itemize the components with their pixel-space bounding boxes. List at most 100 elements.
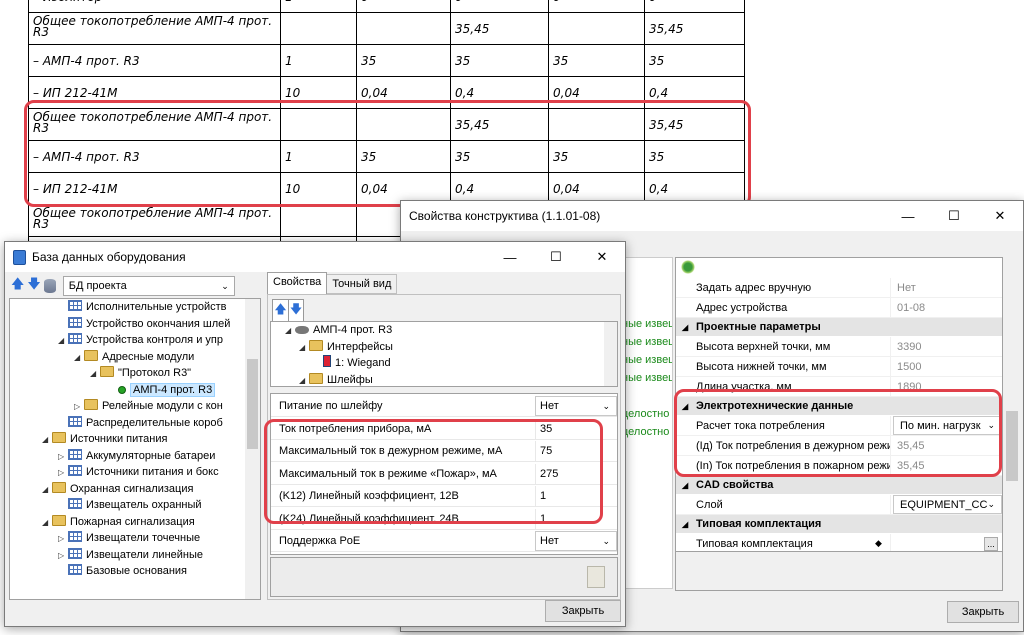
event-text: " (622, 444, 672, 462)
title-bar: Свойства конструктива (1.1.01-08) — ☐ ✕ (401, 201, 1023, 231)
chevron-down-icon[interactable]: ⌄ (987, 499, 995, 510)
chevron-down-icon[interactable]: ⌄ (602, 536, 610, 547)
arrow-down-icon[interactable]: 🡇 (288, 300, 303, 321)
property-value: EQUIPMENT_CC (900, 498, 988, 511)
tree-scrollbar[interactable] (245, 299, 260, 599)
property-row[interactable]: Поддержка PoE Нет ⌄ (271, 531, 617, 552)
tree-item[interactable]: Устройство окончания шлей (10, 316, 260, 333)
expander-icon[interactable]: ◢ (285, 323, 295, 340)
device-dot-icon (118, 385, 126, 394)
expander-icon[interactable]: ▷ (74, 399, 84, 416)
tree-item[interactable]: ▷ Источники питания и бокс (10, 464, 260, 481)
arrow-up-icon[interactable]: 🡅 (11, 275, 24, 297)
tree-item[interactable]: ▷ Релейные модули с кон (10, 398, 260, 415)
tree-item[interactable]: Извещатель охранный (10, 497, 260, 514)
tree-item[interactable]: ◢ Адресные модули (10, 349, 260, 366)
tree-item[interactable]: ◢ Пожарная сигнализация (10, 514, 260, 531)
property-row[interactable]: Высота верхней точки, мм 3390 (676, 337, 1002, 357)
category-label: Типовая комплектация (696, 518, 822, 530)
app-icon (13, 249, 26, 265)
tree-item-label: Устройства контроля и упр (86, 334, 223, 346)
close-button[interactable]: ✕ (977, 201, 1023, 231)
category-header[interactable]: ◢ CAD свойства (676, 476, 1002, 494)
property-row[interactable]: Высота нижней точки, мм 1500 (676, 357, 1002, 377)
tree-item[interactable]: ◢ Охранная сигнализация (10, 481, 260, 498)
minimize-button[interactable]: — (487, 242, 533, 272)
highlight-frame-electrical (674, 389, 1002, 477)
table-icon (68, 316, 82, 328)
tree-item[interactable]: ◢ Источники питания (10, 431, 260, 448)
expander-icon[interactable]: ◢ (42, 482, 52, 499)
chevron-down-icon[interactable]: ⌄ (602, 401, 610, 412)
minimize-button[interactable]: — (885, 201, 931, 231)
tree-item[interactable]: 1: Wiegand (271, 355, 617, 372)
title-bar: База данных оборудования — ☐ ✕ (5, 242, 625, 272)
tree-item[interactable]: ▷ Извещатели линейные (10, 547, 260, 564)
property-row[interactable]: Задать адрес вручную Нет (676, 278, 1002, 298)
tree-item-label: АМП-4 прот. R3 (130, 382, 216, 397)
sheet-cell: 0 (450, 0, 549, 13)
tree-item[interactable]: ◢ Устройства контроля и упр (10, 332, 260, 349)
tree-item[interactable]: ▷ Извещатели точечные (10, 530, 260, 547)
property-label: Слой (696, 498, 723, 511)
database-select[interactable]: БД проекта ⌄ (62, 276, 235, 296)
property-row[interactable]: Слой EQUIPMENT_CC ⌄ (676, 495, 1002, 515)
expander-icon[interactable]: ▷ (58, 548, 68, 565)
expander-icon[interactable]: ▷ (58, 531, 68, 548)
tree-item[interactable]: Распределительные короб (10, 415, 260, 432)
close-dialog-button[interactable]: Закрыть (545, 600, 621, 622)
tree-item-label: Источники питания и бокс (86, 466, 219, 478)
tree-item[interactable]: ◢ Интерфейсы (271, 339, 617, 356)
arrow-up-icon[interactable]: 🡅 (273, 300, 288, 321)
table-icon (68, 465, 82, 476)
tree-item[interactable]: ▷ Аккумуляторные батареи (10, 448, 260, 465)
tree-item-label: Адресные модули (102, 350, 195, 363)
expander-icon[interactable]: ▷ (58, 465, 68, 482)
tree-item-label: Источники питания (70, 433, 168, 445)
expander-icon[interactable]: ▷ (58, 449, 68, 466)
property-row[interactable]: Питание по шлейфу Нет ⌄ (271, 396, 617, 417)
expander-icon[interactable]: ◢ (42, 432, 52, 449)
property-row[interactable]: Адрес устройства 01-08 (676, 298, 1002, 318)
tree-item[interactable]: ◢ АМП-4 прот. R3 (271, 322, 617, 339)
tree-item[interactable]: ◢ "Протокол R3" (10, 365, 260, 382)
close-dialog-button[interactable]: Закрыть (947, 601, 1019, 623)
sheet-cell (280, 204, 357, 237)
maximize-button[interactable]: ☐ (931, 201, 977, 231)
sheet-cell: 35 (450, 44, 549, 77)
tree-item[interactable]: Базовые основания (10, 563, 260, 580)
database-select-value: БД проекта (68, 280, 127, 292)
event-text (622, 390, 672, 408)
interfaces-tree: ◢ АМП-4 прот. R3 ◢ Интерфейсы 1: Wiegand ◢ Шле… (270, 321, 618, 387)
tab-properties[interactable]: Свойства (267, 272, 328, 294)
tree-item[interactable]: ◢ Шлейфы (271, 372, 617, 387)
sort-icon[interactable] (676, 258, 1002, 280)
ellipsis-button[interactable]: ... (984, 536, 998, 551)
category-header[interactable]: ◢ Типовая комплектация (676, 515, 1002, 533)
arrow-down-icon[interactable]: 🡇 (27, 275, 40, 297)
expander-icon[interactable]: ◢ (299, 373, 309, 387)
folder-icon (309, 372, 323, 384)
database-icon[interactable] (43, 279, 56, 293)
tree-item-label: Устройство окончания шлей (86, 317, 231, 330)
tab-exact-view[interactable]: Точный вид (327, 274, 398, 294)
category-header[interactable]: ◢ Проектные параметры (676, 318, 1002, 336)
tree-item[interactable]: Исполнительные устройств (10, 299, 260, 316)
category-label: Проектные параметры (696, 321, 821, 333)
expander-icon[interactable]: ◢ (90, 366, 100, 383)
interfaces-scrollbar[interactable] (604, 322, 617, 386)
maximize-button[interactable]: ☐ (533, 242, 579, 272)
close-button[interactable]: ✕ (579, 242, 625, 272)
tree-item-label: Базовые основания (86, 565, 187, 577)
table-icon (68, 547, 82, 559)
expander-icon[interactable]: ◢ (299, 340, 309, 357)
property-label: Адрес устройства (696, 301, 788, 314)
window-title: База данных оборудования (32, 250, 186, 264)
expander-icon[interactable]: ◢ (42, 515, 52, 532)
scrollbar[interactable] (1003, 261, 1021, 569)
tree-item-label: Пожарная сигнализация (70, 515, 195, 528)
expander-icon[interactable]: ◢ (74, 350, 84, 367)
tree-item[interactable]: АМП-4 прот. R3 (10, 382, 260, 399)
expander-icon[interactable]: ◢ (58, 333, 68, 350)
table-icon (68, 564, 82, 575)
